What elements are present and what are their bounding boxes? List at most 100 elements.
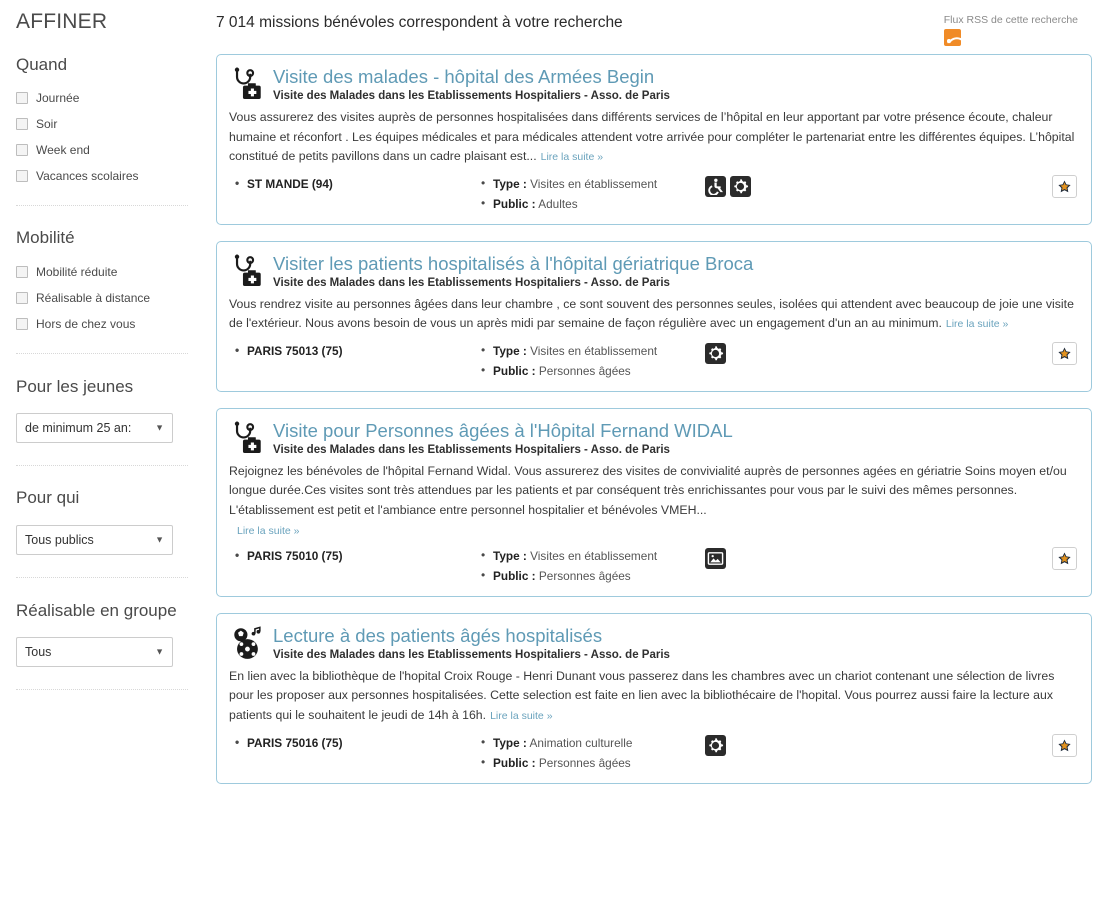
public-label: Public :	[493, 363, 536, 378]
read-more-link[interactable]: Lire la suite »	[237, 525, 299, 537]
favorite-button[interactable]	[1052, 342, 1077, 366]
card-header: Lecture à des patients âgés hospitalisés…	[229, 624, 1077, 663]
facet-divider	[16, 465, 188, 467]
facet-3: Pour les jeunes de minimum 25 an: ▼	[16, 376, 200, 444]
badge-gear-icon[interactable]	[730, 176, 751, 198]
mission-organisation: Visite des Malades dans les Etablissemen…	[273, 444, 670, 457]
facet-checkbox-row[interactable]: Réalisable à distance	[16, 291, 200, 305]
mission-meta: PARIS 75013 (75) Type : Visites en établi…	[229, 341, 1077, 381]
checkbox-box[interactable]	[16, 92, 28, 105]
search-results-page: AFFINER Quand Journée Soir Week end Vacances…	[0, 0, 1100, 900]
type-label: Type :	[493, 344, 527, 359]
badge-wheelchair-icon[interactable]	[705, 176, 726, 198]
facet-2: Mobilité Mobilité réduite Réalisable à dis…	[16, 228, 200, 331]
facet-checkbox-row[interactable]: Soir	[16, 117, 200, 131]
type-label: Type :	[493, 549, 527, 564]
type-value: Animation culturelle	[529, 736, 633, 751]
facet-select[interactable]: Tous publics ▼	[16, 524, 173, 555]
checkbox-label: Réalisable à distance	[36, 290, 151, 305]
mission-title-link[interactable]: Lecture à des patients âgés hospitalisés	[273, 625, 1077, 646]
mission-public: Public : Personnes âgées	[481, 361, 705, 380]
facet-checkbox-row[interactable]: Week end	[16, 143, 200, 157]
read-more-link[interactable]: Lire la suite »	[946, 318, 1008, 330]
badge-picture-icon[interactable]	[705, 548, 726, 570]
type-label: Type :	[493, 177, 527, 192]
mission-title-link[interactable]: Visite pour Personnes âgées à l'Hôpital …	[273, 420, 1077, 441]
facet-divider	[16, 576, 188, 578]
facet-select[interactable]: Tous ▼	[16, 636, 173, 667]
type-label: Type :	[493, 736, 527, 751]
result-card[interactable]: Visite des malades - hôpital des Armées …	[216, 54, 1092, 225]
mission-description-text: Vous assurerez des visites auprès de per…	[229, 109, 1075, 164]
checkbox-box[interactable]	[16, 118, 28, 131]
rss-icon[interactable]	[943, 29, 961, 46]
mission-description-text: Rejoignez les bénévoles de l'hôpital Fer…	[229, 463, 1067, 518]
mission-meta: PARIS 75010 (75) Type : Visites en établi…	[229, 546, 1077, 586]
meta-type-col: Type : Visites en établissementPublic : …	[475, 546, 705, 586]
mission-description-text: En lien avec la bibliothèque de l'hopita…	[229, 668, 1055, 723]
facet-checkbox-row[interactable]: Mobilité réduite	[16, 265, 200, 279]
mission-meta: ST MANDE (94) Type : Visites en établisse…	[229, 174, 1077, 214]
facet-checkbox-row[interactable]: Vacances scolaires	[16, 169, 200, 183]
facet-heading: Réalisable en groupe	[16, 600, 177, 620]
mission-location: PARIS 75016 (75)	[235, 733, 475, 752]
result-card[interactable]: Visiter les patients hospitalisés à l'hô…	[216, 240, 1092, 392]
result-card[interactable]: Visite pour Personnes âgées à l'Hôpital …	[216, 407, 1092, 597]
public-label: Public :	[493, 755, 536, 770]
facet-1: Quand Journée Soir Week end Vacances scolair…	[16, 55, 200, 183]
results-list: Visite des malades - hôpital des Armées …	[216, 54, 1092, 784]
public-value: Personnes âgées	[538, 363, 631, 378]
meta-type-col: Type : Visites en établissement Public : …	[475, 341, 705, 381]
checkbox-label: Vacances scolaires	[36, 169, 139, 184]
checkbox-box[interactable]	[16, 317, 28, 330]
mission-badges	[705, 547, 726, 570]
chevron-down-icon: ▼	[155, 422, 164, 433]
favorite-button[interactable]	[1052, 175, 1077, 199]
facet-list: Quand Journée Soir Week end Vacances scolair…	[16, 55, 200, 690]
mission-location: PARIS 75013 (75)	[235, 341, 475, 360]
checkbox-box[interactable]	[16, 265, 28, 278]
mission-description: Rejoignez les bénévoles de l'hôpital Fer…	[229, 462, 1077, 522]
checkbox-label: Journée	[36, 91, 80, 106]
mission-badges	[705, 734, 726, 757]
rss-link[interactable]: Flux RSS de cette recherche	[944, 14, 1078, 26]
public-value: Personnes âgées	[538, 755, 631, 770]
facet-checkbox-row[interactable]: Hors de chez vous	[16, 317, 200, 331]
checkbox-label: Mobilité réduite	[36, 264, 118, 279]
mission-type: Type : Visites en établissement	[481, 546, 705, 565]
culture-leisure-icon	[231, 626, 265, 660]
badge-gear-icon[interactable]	[705, 735, 726, 757]
mission-title-link[interactable]: Visite des malades - hôpital des Armées …	[273, 66, 1077, 87]
mission-public: Public : Adultes	[481, 194, 705, 213]
select-value: Tous	[25, 644, 52, 659]
read-more-link[interactable]: Lire la suite »	[490, 710, 552, 722]
mission-public: Public : Personnes âgées	[481, 752, 705, 772]
facet-checkbox-row[interactable]: Journée	[16, 91, 200, 105]
meta-location-col: PARIS 75010 (75)	[229, 546, 475, 566]
public-value: Adultes	[538, 196, 578, 211]
facet-4: Pour qui Tous publics ▼	[16, 488, 200, 555]
mission-title-link[interactable]: Visiter les patients hospitalisés à l'hô…	[273, 253, 1077, 274]
read-more-link[interactable]: Lire la suite »	[541, 151, 603, 163]
checkbox-box[interactable]	[16, 170, 28, 183]
mission-description: Vous assurerez des visites auprès de per…	[229, 108, 1077, 168]
meta-location-col: ST MANDE (94)	[229, 174, 475, 194]
public-value: Personnes âgées	[538, 568, 631, 583]
meta-type-col: Type : Animation culturellePublic : Pers…	[475, 733, 705, 773]
type-value: Visites en établissement	[530, 344, 658, 359]
mission-badges	[705, 175, 751, 198]
favorite-button[interactable]	[1052, 734, 1077, 758]
badge-gear-icon[interactable]	[705, 343, 726, 365]
result-card[interactable]: Lecture à des patients âgés hospitalisés…	[216, 612, 1092, 784]
meta-location-col: PARIS 75013 (75)	[229, 341, 475, 361]
favorite-button[interactable]	[1052, 547, 1077, 571]
facet-5: Réalisable en groupe Tous ▼	[16, 600, 200, 667]
checkbox-box[interactable]	[16, 144, 28, 157]
checkbox-box[interactable]	[16, 291, 28, 304]
checkbox-label: Week end	[36, 143, 90, 158]
mission-public: Public : Personnes âgées	[481, 566, 705, 585]
mission-description: Vous rendrez visite au personnes âgées d…	[229, 295, 1077, 335]
mission-meta: PARIS 75016 (75) Type : Animation culture…	[229, 733, 1077, 773]
type-value: Visites en établissement	[530, 549, 658, 564]
facet-select[interactable]: de minimum 25 an: ▼	[16, 413, 173, 444]
